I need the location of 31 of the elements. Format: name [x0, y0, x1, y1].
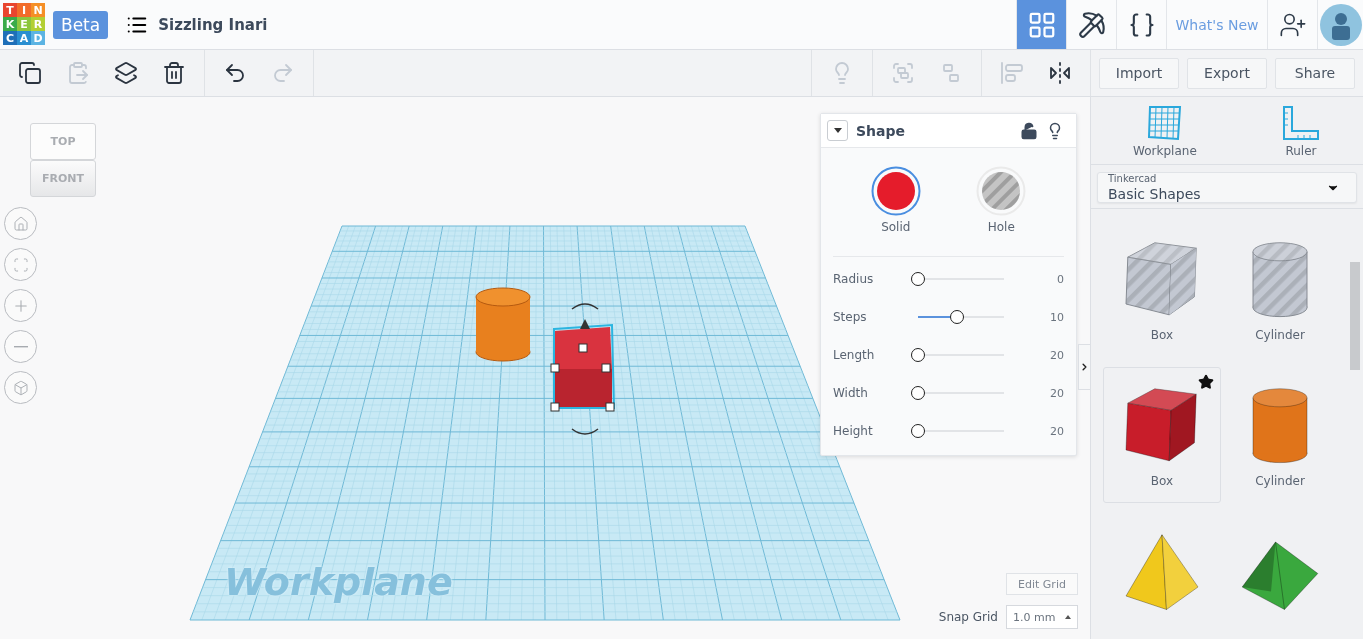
param-value: 20 [1049, 424, 1064, 438]
edit-grid-button[interactable]: Edit Grid [1006, 573, 1078, 595]
snap-grid-label: Snap Grid [938, 610, 998, 624]
param-value: 20 [1049, 386, 1064, 400]
share-button[interactable]: Share [1275, 57, 1355, 89]
design-title[interactable]: Sizzling Inari [158, 15, 268, 34]
param-value: 10 [1049, 310, 1064, 324]
snap-grid-select[interactable]: 1.0 mm [1006, 605, 1078, 629]
workplane-tool[interactable]: Workplane [1123, 105, 1207, 158]
param-value: 0 [1056, 272, 1064, 286]
beta-badge: Beta [53, 10, 109, 39]
export-button[interactable]: Export [1187, 57, 1267, 89]
import-button[interactable]: Import [1099, 57, 1179, 89]
param-label: Length [833, 348, 876, 362]
library-source: Tinkercad [1108, 173, 1157, 184]
library-dropdown[interactable]: Tinkercad Basic Shapes [1097, 172, 1357, 203]
shape-item[interactable]: Cylinder [1221, 221, 1339, 357]
library-name: Basic Shapes [1108, 186, 1201, 202]
shape-item[interactable]: Box [1103, 367, 1221, 503]
param-label: Height [833, 424, 874, 438]
shape-item[interactable]: Box [1103, 221, 1221, 357]
param-label: Steps [833, 310, 868, 324]
mode-option[interactable]: Solid [870, 166, 921, 234]
param-label: Width [833, 386, 869, 400]
logo[interactable]: T I N K E R C A D [3, 3, 45, 46]
mode-option[interactable]: Hole [976, 166, 1027, 234]
ruler-tool[interactable]: Ruler [1270, 105, 1331, 158]
param-label: Radius [833, 272, 875, 286]
inspector-title: Shape [856, 122, 906, 139]
shape-item[interactable]: Cylinder [1221, 367, 1339, 503]
param-value: 20 [1049, 348, 1064, 362]
